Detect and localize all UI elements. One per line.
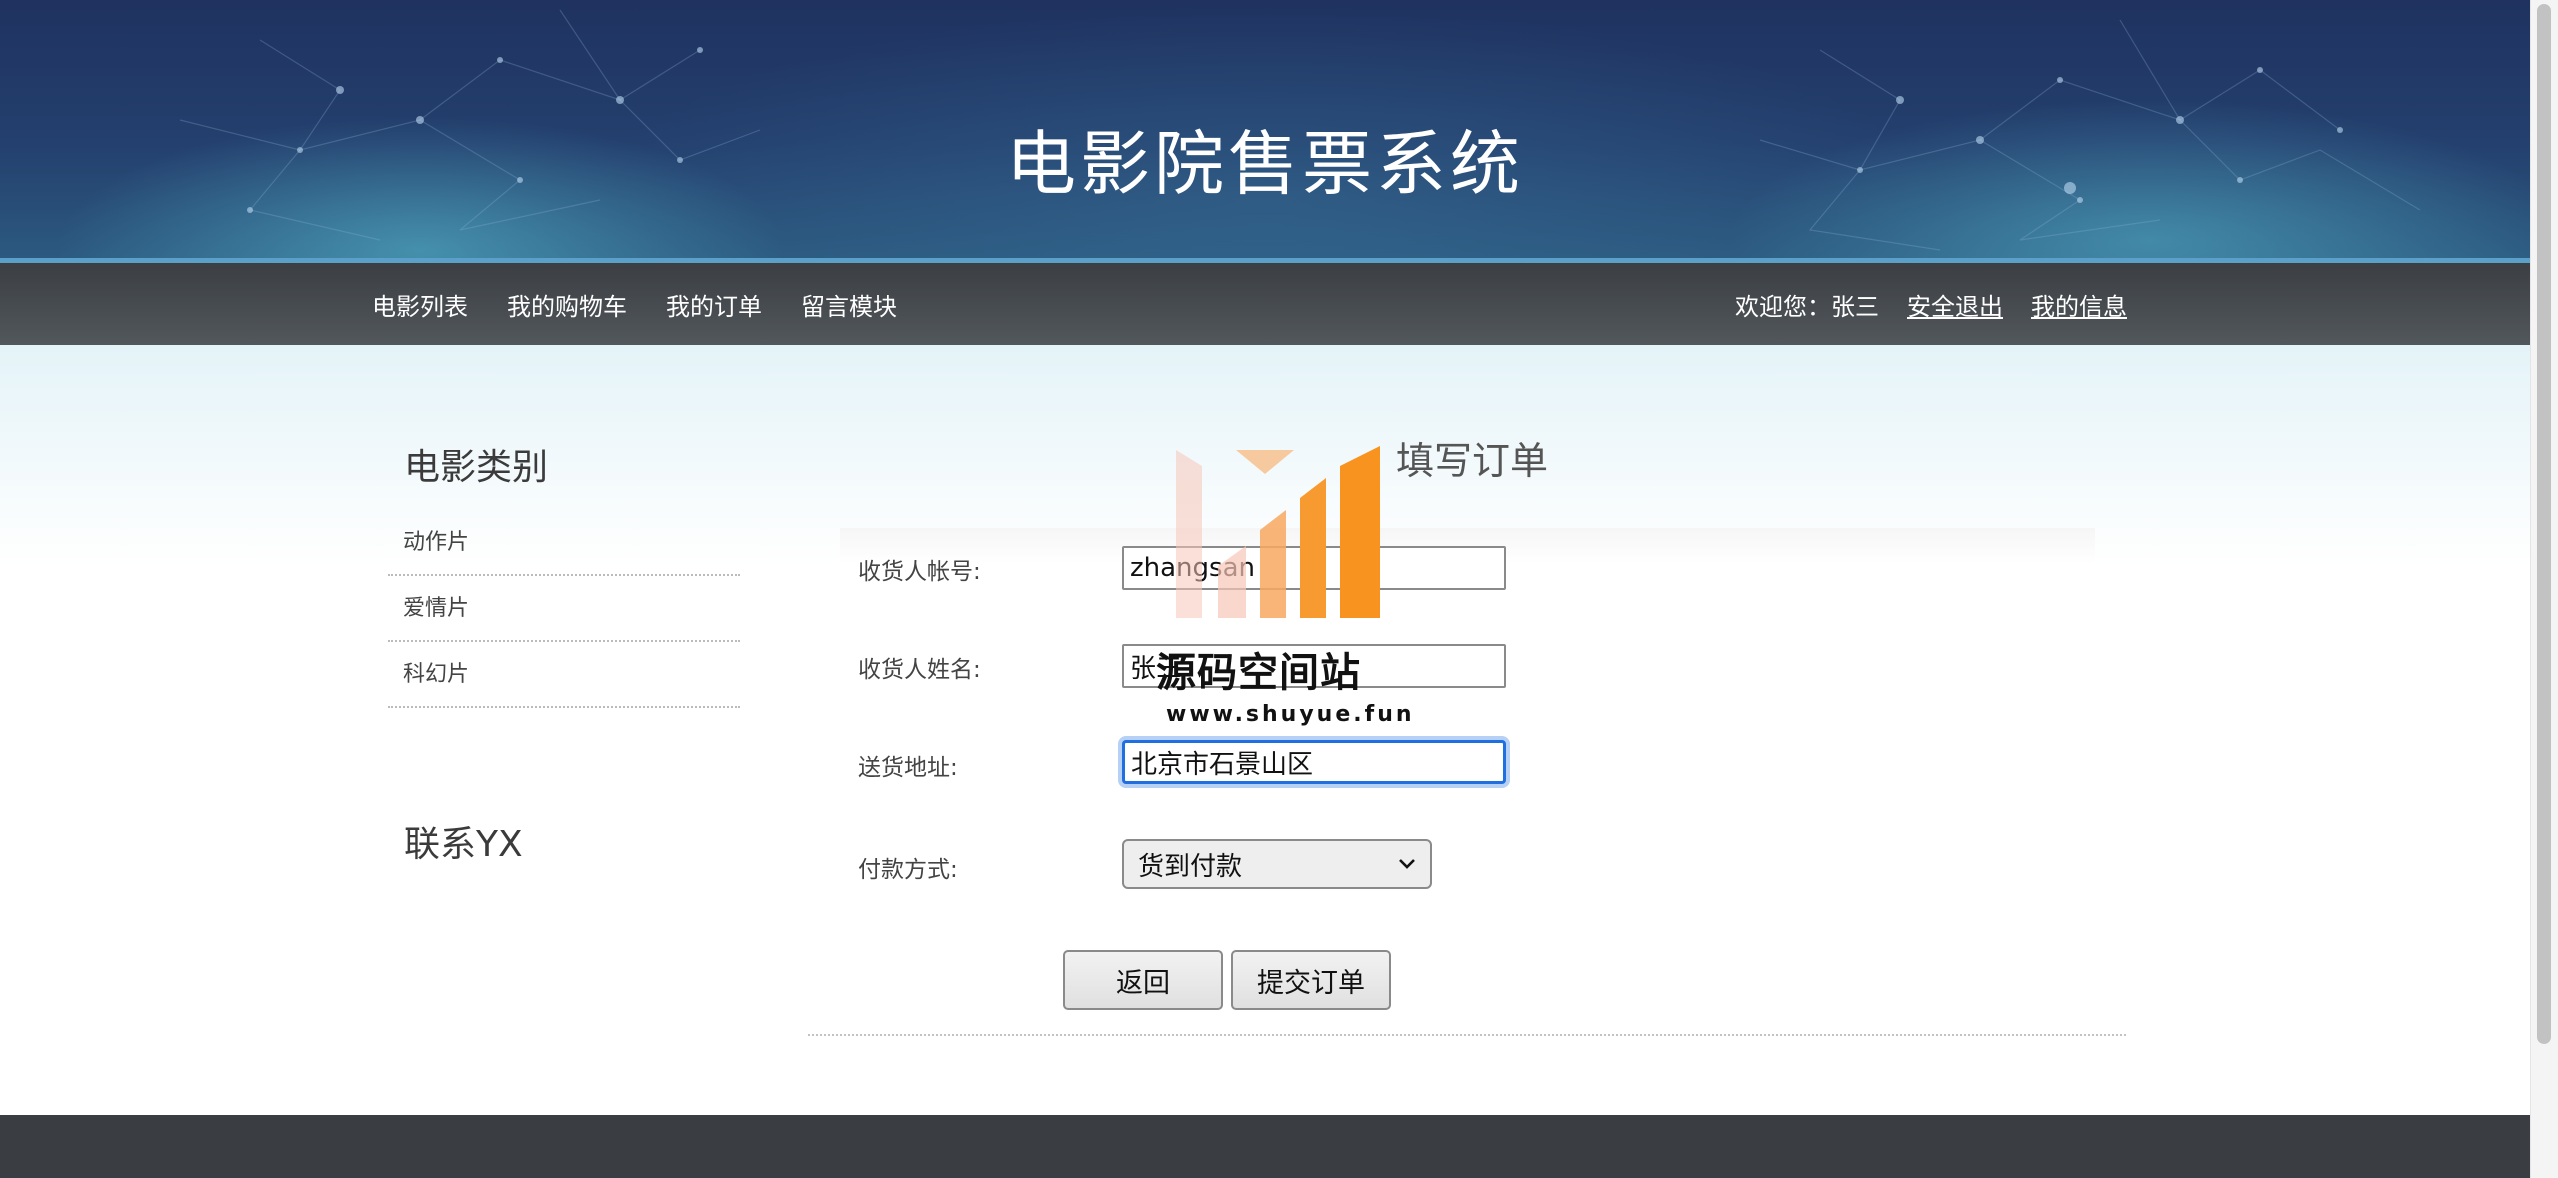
main-nav: 电影列表 我的购物车 我的订单 留言模块 欢迎您：张三 安全退出 我的信息 (0, 263, 2530, 345)
payment-select[interactable]: 货到付款 (1122, 839, 1432, 889)
category-title: 电影类别 (404, 447, 549, 488)
name-label: 收货人姓名: (858, 657, 981, 683)
watermark-text: 源码空间站 (1156, 650, 1361, 696)
category-item-romance[interactable]: 爱情片 (388, 576, 740, 642)
header-banner: 电影院售票系统 (0, 0, 2530, 262)
form-title: 填写订单 (1396, 439, 1549, 483)
payment-label: 付款方式: (858, 857, 958, 883)
page-footer (0, 1115, 2530, 1178)
address-label: 送货地址: (858, 755, 958, 781)
my-info-link[interactable]: 我的信息 (2031, 287, 2127, 322)
nav-item-messages[interactable]: 留言模块 (801, 287, 897, 322)
nav-item-cart[interactable]: 我的购物车 (507, 287, 627, 322)
account-label: 收货人帐号: (858, 559, 981, 585)
nav-item-movie-list[interactable]: 电影列表 (372, 287, 468, 322)
welcome-text: 欢迎您：张三 (1735, 292, 1879, 321)
logout-link[interactable]: 安全退出 (1907, 287, 2003, 322)
watermark-logo-icon (1176, 446, 1380, 618)
category-item-scifi[interactable]: 科幻片 (388, 642, 740, 708)
category-item-action[interactable]: 动作片 (388, 510, 740, 576)
payment-selected-value: 货到付款 (1138, 851, 1243, 882)
nav-menu: 电影列表 我的购物车 我的订单 留言模块 (372, 263, 936, 345)
site-title: 电影院售票系统 (1006, 123, 1524, 205)
form-divider (808, 1034, 2126, 1036)
watermark-url: www.shuyue.fun (1166, 702, 1415, 727)
submit-order-button[interactable]: 提交订单 (1231, 950, 1391, 1010)
category-list: 动作片 爱情片 科幻片 (388, 510, 740, 708)
user-menu: 欢迎您：张三 安全退出 我的信息 (1735, 263, 2127, 345)
scrollbar-thumb[interactable] (2537, 4, 2551, 1044)
address-input[interactable] (1122, 740, 1506, 784)
nav-item-my-orders[interactable]: 我的订单 (666, 287, 762, 322)
chevron-down-icon (1399, 859, 1415, 869)
back-button[interactable]: 返回 (1063, 950, 1223, 1010)
contact-title: 联系YX (404, 824, 523, 865)
